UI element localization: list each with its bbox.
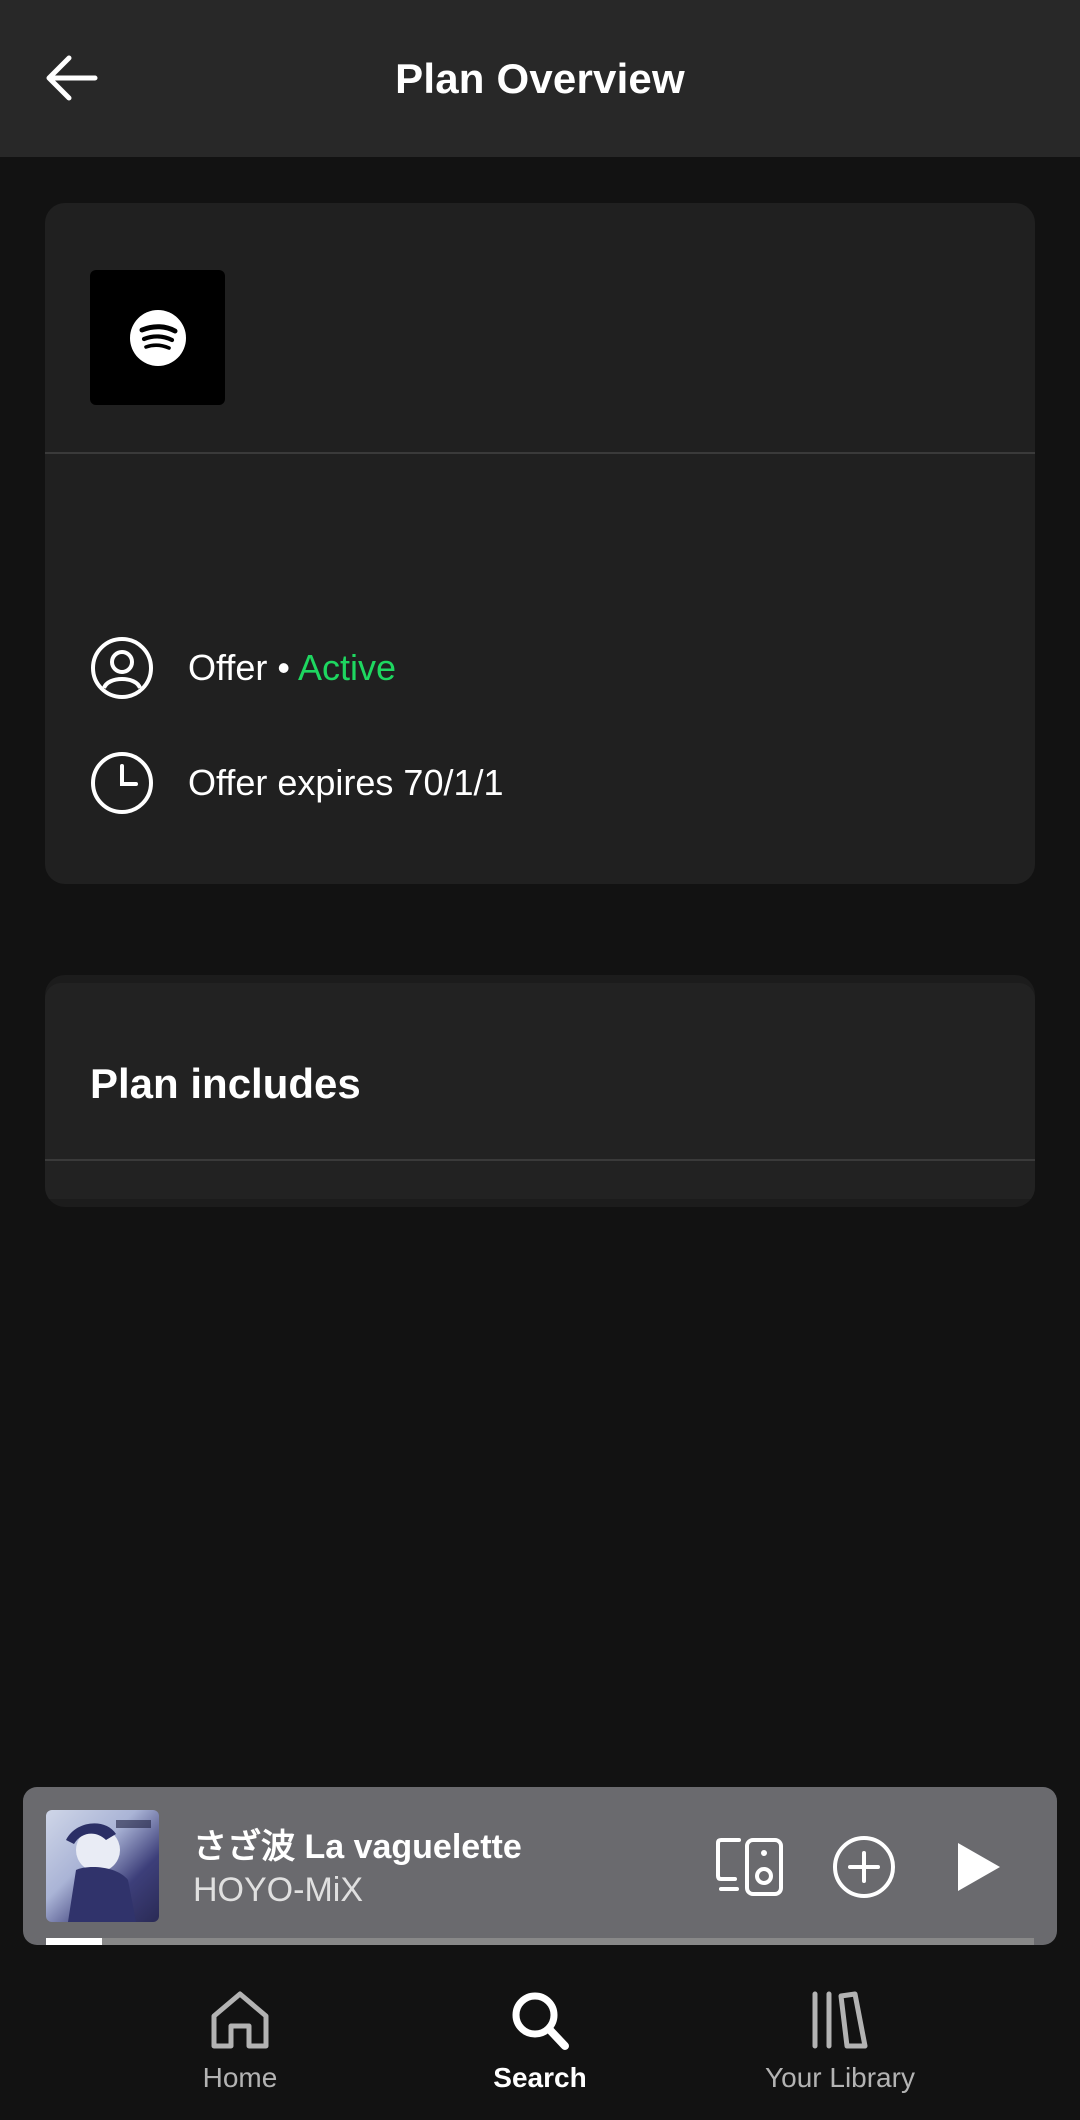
- offer-expiry-text: Offer expires 70/1/1: [188, 762, 504, 803]
- track-title: さざ波 La vaguelette: [193, 1828, 522, 1866]
- clock-icon: [90, 751, 154, 815]
- mini-player[interactable]: さざ波 La vaguelette HOYO-MiX: [23, 1787, 1057, 1945]
- nav-home-label: Home: [202, 2062, 278, 2093]
- plan-includes-card: Plan includes: [45, 975, 1035, 1207]
- user-circle-icon: [90, 636, 154, 700]
- connect-device-button[interactable]: [715, 1832, 785, 1902]
- nav-library-label: Your Library: [765, 2062, 915, 2093]
- card-divider: [45, 452, 1035, 454]
- library-icon: [812, 1991, 868, 2049]
- home-icon: [211, 1991, 269, 2049]
- bottom-nav: Home Search Your Library: [0, 1950, 1080, 2120]
- plan-logo: [90, 270, 225, 405]
- nav-home[interactable]: Home: [120, 1990, 360, 2094]
- back-button[interactable]: [42, 48, 102, 108]
- arrow-left-icon: [46, 55, 98, 101]
- album-art: [46, 1810, 159, 1922]
- play-icon: [958, 1843, 1000, 1891]
- playback-progress[interactable]: [46, 1938, 1034, 1945]
- page-title: Plan Overview: [395, 54, 685, 102]
- offer-expiry-row: Offer expires 70/1/1: [90, 748, 504, 818]
- nav-search[interactable]: Search: [420, 1990, 660, 2094]
- offer-label: Offer •: [188, 647, 298, 688]
- devices-icon: [716, 1838, 783, 1896]
- offer-status-row: Offer • Active: [90, 633, 396, 703]
- plan-includes-divider: [45, 1159, 1035, 1161]
- spotify-logo-icon: [129, 309, 186, 366]
- nav-search-label: Search: [493, 2062, 587, 2093]
- nav-library[interactable]: Your Library: [720, 1990, 960, 2094]
- search-icon: [512, 1992, 569, 2050]
- progress-fill: [46, 1938, 103, 1945]
- plus-circle-icon: [833, 1836, 895, 1898]
- play-button[interactable]: [943, 1832, 1013, 1902]
- plan-includes-title: Plan includes: [90, 1060, 361, 1107]
- top-app-bar: Plan Overview: [0, 0, 1080, 157]
- add-to-library-button[interactable]: [829, 1832, 899, 1902]
- track-artist: HOYO-MiX: [193, 1871, 363, 1909]
- status-active: Active: [298, 647, 397, 688]
- plan-card: Offer • Active Offer expires 70/1/1: [45, 203, 1035, 884]
